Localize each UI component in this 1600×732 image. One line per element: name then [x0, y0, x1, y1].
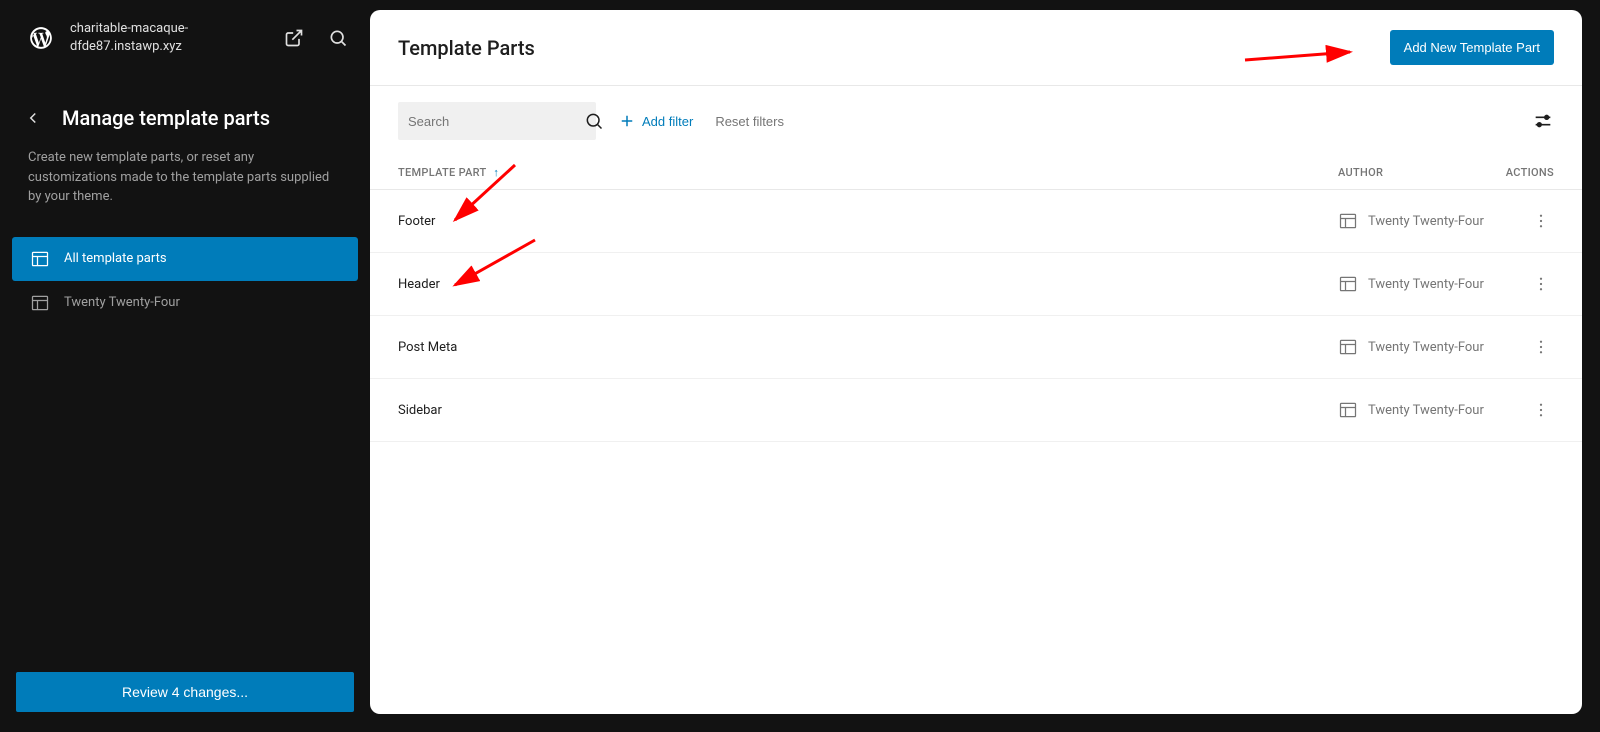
add-filter-label: Add filter	[642, 114, 693, 129]
search-box[interactable]	[398, 102, 596, 140]
template-part-name[interactable]: Footer	[398, 214, 1338, 229]
table-row[interactable]: Sidebar Twenty Twenty-Four	[370, 379, 1582, 442]
back-chevron-icon[interactable]	[24, 109, 42, 127]
theme-icon	[1338, 211, 1358, 231]
more-actions-icon[interactable]	[1528, 208, 1554, 234]
sort-ascending-icon: ↑	[493, 166, 499, 179]
table-header: Template Part ↑ Author Actions	[370, 156, 1582, 190]
column-header-author[interactable]: Author	[1338, 166, 1498, 179]
template-part-author: Twenty Twenty-Four	[1338, 211, 1498, 231]
page-title: Manage template parts	[62, 106, 270, 130]
sidebar: charitable-macaque-dfde87.instawp.xyz Ma…	[0, 0, 370, 732]
layout-icon	[30, 293, 50, 313]
nav-item-label: Twenty Twenty-Four	[64, 295, 180, 310]
plus-icon	[618, 112, 636, 130]
site-name[interactable]: charitable-macaque-dfde87.instawp.xyz	[70, 20, 266, 56]
table-row[interactable]: Post Meta Twenty Twenty-Four	[370, 316, 1582, 379]
add-new-template-part-button[interactable]: Add New Template Part	[1390, 30, 1554, 65]
review-changes-button[interactable]: Review 4 changes...	[16, 672, 354, 712]
panel-header: Template Parts Add New Template Part	[370, 10, 1582, 86]
panel-title: Template Parts	[398, 36, 535, 60]
nav-list: All template parts Twenty Twenty-Four	[0, 237, 370, 325]
nav-item-all-template-parts[interactable]: All template parts	[12, 237, 358, 281]
more-actions-icon[interactable]	[1528, 271, 1554, 297]
page-title-row: Manage template parts	[0, 76, 370, 148]
toolbar: Add filter Reset filters	[370, 86, 1582, 156]
main: Template Parts Add New Template Part Add…	[370, 0, 1600, 732]
search-input[interactable]	[408, 114, 584, 129]
template-part-author: Twenty Twenty-Four	[1338, 400, 1498, 420]
search-icon[interactable]	[584, 111, 604, 131]
search-icon[interactable]	[326, 26, 350, 50]
review-bar: Review 4 changes...	[0, 672, 370, 732]
external-link-icon[interactable]	[282, 26, 306, 50]
column-header-actions: Actions	[1498, 166, 1554, 179]
page-description: Create new template parts, or reset any …	[0, 148, 370, 237]
more-actions-icon[interactable]	[1528, 397, 1554, 423]
nav-item-twenty-twenty-four[interactable]: Twenty Twenty-Four	[12, 281, 358, 325]
panel: Template Parts Add New Template Part Add…	[370, 10, 1582, 714]
layout-icon	[30, 249, 50, 269]
row-actions	[1498, 208, 1554, 234]
more-actions-icon[interactable]	[1528, 334, 1554, 360]
row-actions	[1498, 334, 1554, 360]
template-part-name[interactable]: Post Meta	[398, 340, 1338, 355]
sidebar-header: charitable-macaque-dfde87.instawp.xyz	[0, 0, 370, 76]
template-part-author: Twenty Twenty-Four	[1338, 337, 1498, 357]
row-actions	[1498, 397, 1554, 423]
theme-icon	[1338, 337, 1358, 357]
view-options-icon[interactable]	[1532, 110, 1554, 132]
theme-icon	[1338, 274, 1358, 294]
template-part-author: Twenty Twenty-Four	[1338, 274, 1498, 294]
wordpress-logo-icon[interactable]	[28, 25, 54, 51]
row-actions	[1498, 271, 1554, 297]
add-filter-button[interactable]: Add filter	[618, 112, 693, 130]
table: Template Part ↑ Author Actions Footer Tw…	[370, 156, 1582, 714]
table-row[interactable]: Header Twenty Twenty-Four	[370, 253, 1582, 316]
reset-filters-button[interactable]: Reset filters	[715, 114, 784, 129]
template-part-name[interactable]: Sidebar	[398, 403, 1338, 418]
nav-item-label: All template parts	[64, 251, 167, 266]
column-header-template-part[interactable]: Template Part ↑	[398, 166, 1338, 179]
template-part-name[interactable]: Header	[398, 277, 1338, 292]
theme-icon	[1338, 400, 1358, 420]
table-row[interactable]: Footer Twenty Twenty-Four	[370, 190, 1582, 253]
